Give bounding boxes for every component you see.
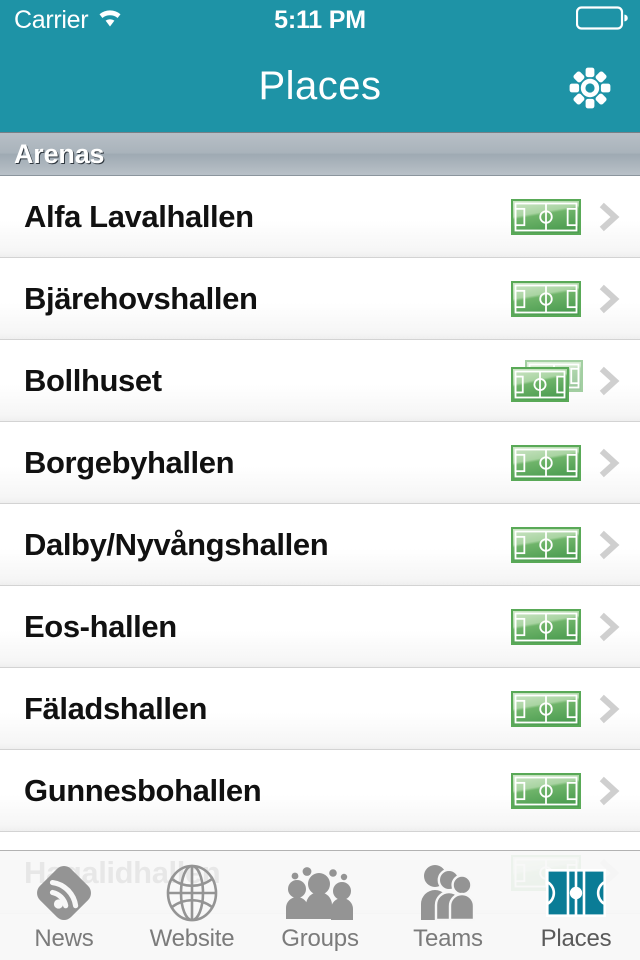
tab-label-news: News xyxy=(34,924,94,952)
row-title: Bollhuset xyxy=(24,362,162,398)
page-title: Places xyxy=(258,64,382,108)
row-accessories xyxy=(510,504,640,586)
tab-label-groups: Groups xyxy=(281,924,359,952)
tab-places[interactable]: Places xyxy=(512,851,640,960)
table-row[interactable]: Eos-hallen xyxy=(0,586,640,668)
status-bar-clock: 5:11 PM xyxy=(274,5,366,34)
tab-groups[interactable]: Groups xyxy=(256,851,384,960)
chevron-right-icon[interactable] xyxy=(594,687,628,731)
row-title: Gunnesbohallen xyxy=(24,772,262,808)
soccer-field-icon xyxy=(510,605,584,649)
table-row[interactable]: Alfa Lavalhallen xyxy=(0,176,640,258)
chevron-right-icon[interactable] xyxy=(594,359,628,403)
teams-icon xyxy=(411,863,485,923)
row-accessories xyxy=(510,422,640,504)
chevron-right-icon[interactable] xyxy=(594,195,628,239)
rss-diamond-icon xyxy=(33,863,95,923)
places-list-scroll[interactable]: Arenas Alfa Lavalhallen Bjärehovshallen xyxy=(0,132,640,960)
row-accessories xyxy=(510,668,640,750)
row-accessories xyxy=(510,750,640,832)
battery-icon xyxy=(575,5,628,35)
row-accessories xyxy=(510,586,640,668)
gear-icon[interactable] xyxy=(568,66,612,110)
section-header-label: Arenas xyxy=(14,138,105,169)
chevron-right-icon[interactable] xyxy=(594,523,628,567)
row-accessories xyxy=(510,340,640,422)
soccer-field-icon xyxy=(510,769,584,813)
tab-label-places: Places xyxy=(540,924,612,952)
chevron-right-icon[interactable] xyxy=(594,441,628,485)
table-row[interactable]: Gunnesbohallen xyxy=(0,750,640,832)
tab-label-website: Website xyxy=(149,924,235,952)
chevron-right-icon[interactable] xyxy=(594,277,628,321)
table-row[interactable]: Bollhuset xyxy=(0,340,640,422)
table-row[interactable]: Bjärehovshallen xyxy=(0,258,640,340)
row-title: Fäladshallen xyxy=(24,690,207,726)
tab-news[interactable]: News xyxy=(0,851,128,960)
soccer-field-icon xyxy=(510,687,584,731)
row-title: Borgebyhallen xyxy=(24,444,235,480)
soccer-field-icon xyxy=(510,195,584,239)
tab-label-teams: Teams xyxy=(413,924,483,952)
table-row[interactable]: Fäladshallen xyxy=(0,668,640,750)
groups-icon xyxy=(283,863,357,923)
row-title: Bjärehovshallen xyxy=(24,280,258,316)
places-list: Alfa Lavalhallen Bjärehovshallen Bollhus… xyxy=(0,176,640,914)
globe-icon xyxy=(161,863,223,923)
soccer-field-icon xyxy=(510,523,584,567)
row-accessories xyxy=(510,176,640,258)
soccer-field-icon xyxy=(510,441,584,485)
row-accessories xyxy=(510,258,640,340)
app-screen: Carrier 5:11 PM Places Arenas Alfa Laval… xyxy=(0,0,640,960)
section-header-arenas: Arenas xyxy=(0,132,640,176)
row-title: Dalby/Nyvångshallen xyxy=(24,526,329,562)
table-row[interactable]: Dalby/Nyvångshallen xyxy=(0,504,640,586)
tab-website[interactable]: Website xyxy=(128,851,256,960)
status-bar: Carrier 5:11 PM xyxy=(0,0,640,40)
court-icon xyxy=(541,863,611,923)
table-row[interactable]: Borgebyhallen xyxy=(0,422,640,504)
chevron-right-icon[interactable] xyxy=(594,769,628,813)
status-bar-right xyxy=(575,5,628,35)
soccer-field-stacked-icon xyxy=(510,359,584,403)
tab-teams[interactable]: Teams xyxy=(384,851,512,960)
soccer-field-icon xyxy=(510,277,584,321)
tab-bar: News Website Groups Teams Places xyxy=(0,850,640,960)
chevron-right-icon[interactable] xyxy=(594,605,628,649)
row-title: Eos-hallen xyxy=(24,608,177,644)
navigation-bar: Places xyxy=(0,40,640,132)
row-title: Alfa Lavalhallen xyxy=(24,198,254,234)
